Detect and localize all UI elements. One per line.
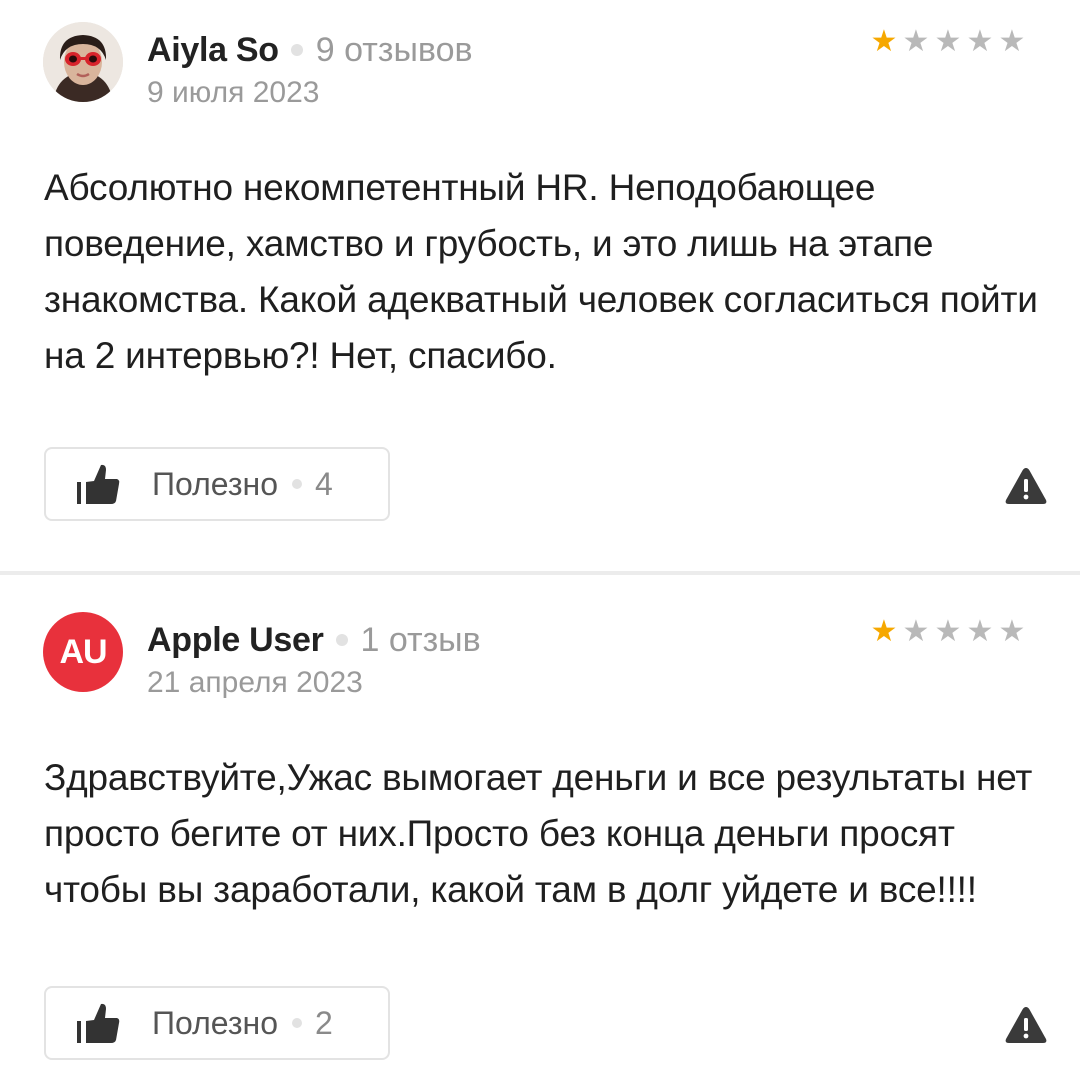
thumbs-up-icon [77, 464, 120, 504]
separator-dot [335, 634, 348, 646]
helpful-count: 4 [315, 465, 333, 502]
author-review-count: 9 отзывов [315, 30, 473, 69]
separator-dot [292, 1018, 302, 1028]
rating-stars: ★ ★ ★ ★ ★ [868, 26, 1028, 58]
star-icon: ★ [934, 25, 962, 58]
thumbs-up-icon [77, 1003, 120, 1043]
helpful-count: 2 [315, 1004, 333, 1041]
review-date: 21 апреля 2023 [147, 666, 363, 699]
separator-dot [292, 479, 302, 489]
author-review-count: 1 отзыв [360, 620, 481, 659]
avatar-initials: AU [59, 632, 107, 671]
helpful-label: Полезно [152, 1004, 278, 1041]
star-icon: ★ [902, 615, 930, 648]
author-line: Apple User 1 отзыв [147, 618, 481, 662]
author-line: Aiyla So 9 отзывов [147, 28, 473, 72]
helpful-button[interactable]: Полезно 4 [44, 447, 390, 521]
star-icon: ★ [966, 25, 994, 58]
author-name[interactable]: Apple User [147, 621, 324, 660]
star-icon: ★ [934, 615, 962, 648]
rating-stars: ★ ★ ★ ★ ★ [868, 616, 1028, 648]
warning-triangle-icon[interactable] [1004, 466, 1048, 506]
avatar[interactable] [43, 22, 123, 102]
separator-dot [290, 44, 303, 56]
star-icon: ★ [870, 25, 898, 58]
star-icon: ★ [998, 25, 1026, 58]
avatar-photo-image [43, 22, 123, 102]
review-divider [0, 571, 1080, 575]
star-icon: ★ [902, 25, 930, 58]
star-icon: ★ [966, 615, 994, 648]
helpful-button[interactable]: Полезно 2 [44, 986, 390, 1060]
review-date: 9 июля 2023 [147, 76, 320, 109]
helpful-label: Полезно [152, 465, 278, 502]
author-name[interactable]: Aiyla So [147, 31, 279, 70]
review-text: Здравствуйте,Ужас вымогает деньги и все … [44, 757, 1033, 910]
warning-triangle-icon[interactable] [1004, 1005, 1048, 1045]
star-icon: ★ [998, 615, 1026, 648]
review-text: Абсолютно некомпетентный HR. Неподобающе… [44, 167, 1038, 376]
avatar[interactable]: AU [43, 612, 123, 692]
star-icon: ★ [870, 615, 898, 648]
